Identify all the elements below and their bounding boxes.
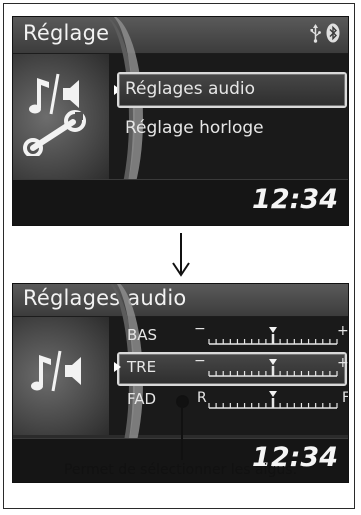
- menu-item-label: Réglage horloge: [125, 118, 264, 138]
- scale-min-label: −: [194, 321, 206, 337]
- bluetooth-icon: [326, 23, 340, 43]
- scale-marker: [269, 391, 277, 397]
- status-icons: [310, 23, 340, 43]
- callout-line: [181, 400, 183, 460]
- usb-icon: [310, 23, 321, 43]
- row-label: TRE: [127, 358, 157, 376]
- fader-scale[interactable]: [206, 389, 348, 413]
- settings-screen: Réglage Réglages audio Réglage horloge 1…: [12, 16, 349, 226]
- scale-marker: [269, 359, 277, 365]
- down-arrow-icon: [172, 233, 190, 281]
- caption: Permet de sélectionner les aigus.: [63, 462, 298, 478]
- menu-item-audio-settings[interactable]: Réglages audio: [117, 72, 347, 108]
- row-label: FAD: [127, 390, 157, 408]
- bass-scale[interactable]: [206, 325, 348, 349]
- menu-item-label: Réglages audio: [125, 79, 256, 99]
- title-bar: Réglage: [13, 17, 348, 54]
- clock-bar: 12:34: [13, 179, 348, 225]
- scale-marker: [269, 327, 277, 333]
- treble-scale[interactable]: [206, 357, 348, 381]
- scale-min-label: −: [194, 353, 206, 369]
- row-label: BAS: [127, 326, 158, 344]
- title-bar: Réglages audio: [13, 284, 348, 317]
- menu-area: Réglages audio Réglage horloge: [13, 17, 348, 224]
- menu-item-clock-settings[interactable]: Réglage horloge: [117, 113, 343, 145]
- clock: 12:34: [252, 184, 338, 215]
